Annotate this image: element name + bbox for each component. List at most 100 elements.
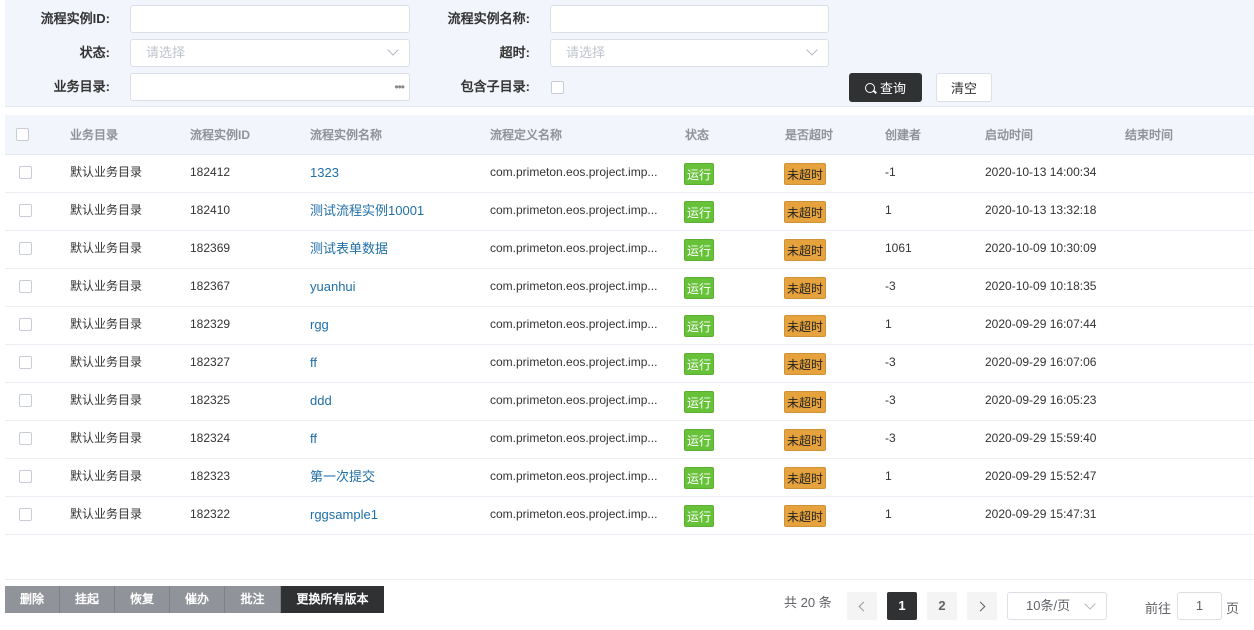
cell-creator: -3 [885,279,896,293]
col-instance-id: 流程实例ID [190,128,251,142]
status-select[interactable]: 请选择 [130,39,410,67]
status-badge: 运行 [684,239,715,261]
timeout-badge: 未超时 [784,467,827,489]
cell-start-time: 2020-09-29 15:59:40 [985,431,1097,445]
annotate-button[interactable]: 批注 [225,586,281,613]
status-badge: 运行 [684,353,715,375]
cell-instance-name[interactable]: 1323 [310,155,339,192]
instance-name-input[interactable] [550,5,829,33]
instance-id-label: 流程实例ID: [40,11,110,26]
query-button-label: 查询 [879,81,906,96]
cell-start-time: 2020-10-13 14:00:34 [985,165,1097,179]
cell-definition-name: com.primeton.eos.project.imp... [490,279,658,293]
chevron-down-icon [387,44,399,56]
resume-button[interactable]: 恢复 [115,586,170,613]
goto-prefix: 前往 [1145,601,1172,616]
cell-start-time: 2020-09-29 15:52:47 [985,469,1097,483]
cell-instance-name[interactable]: ddd [310,383,332,420]
timeout-badge: 未超时 [784,429,827,451]
next-page-button[interactable] [967,592,997,620]
cell-instance-id: 182322 [190,507,231,521]
status-badge: 运行 [684,429,715,451]
cell-instance-name[interactable]: yuanhui [310,269,356,306]
prev-page-button[interactable] [847,592,877,620]
clear-button[interactable]: 清空 [936,73,992,102]
table-row[interactable]: 默认业务目录 182327 ff com.primeton.eos.project.i… [5,345,1254,383]
cell-instance-id: 182412 [190,165,231,179]
status-badge: 运行 [684,201,715,223]
status-badge: 运行 [684,163,715,185]
cell-catalog: 默认业务目录 [70,393,143,407]
goto-page-input[interactable]: 1 [1177,592,1222,620]
page-size-value: 10条/页 [1026,598,1071,613]
table-row[interactable]: 默认业务目录 182322 rggsample1 com.primeton.eos.p… [5,497,1254,535]
cell-instance-name[interactable]: 测试流程实例10001 [310,193,424,230]
cell-catalog: 默认业务目录 [70,241,143,255]
col-start-time: 启动时间 [985,128,1034,142]
row-checkbox[interactable] [19,508,32,521]
delete-button[interactable]: 删除 [5,586,60,613]
status-badge: 运行 [684,467,715,489]
row-checkbox[interactable] [19,470,32,483]
table-row[interactable]: 默认业务目录 182329 rgg com.primeton.eos.project.… [5,307,1254,345]
status-label: 状态: [79,45,110,60]
table-row[interactable]: 默认业务目录 182369 测试表单数据 com.primeton.eos.proje… [5,231,1254,269]
cell-creator: 1061 [885,241,912,255]
row-checkbox[interactable] [19,280,32,293]
cell-catalog: 默认业务目录 [70,469,143,483]
table-row[interactable]: 默认业务目录 182324 ff com.primeton.eos.project.i… [5,421,1254,459]
row-checkbox[interactable] [19,432,32,445]
row-checkbox[interactable] [19,318,32,331]
table-row[interactable]: 默认业务目录 182323 第一次提交 com.primeton.eos.projec… [5,459,1254,497]
cell-instance-name[interactable]: rgg [310,307,329,344]
timeout-label: 超时: [499,45,530,60]
status-badge: 运行 [684,315,715,337]
row-checkbox[interactable] [19,166,32,179]
row-checkbox[interactable] [19,356,32,369]
urge-button[interactable]: 催办 [170,586,225,613]
cell-instance-name[interactable]: ff [310,421,317,458]
cell-instance-name[interactable]: ff [310,345,317,382]
page-2-button[interactable]: 2 [927,592,957,620]
cell-definition-name: com.primeton.eos.project.imp... [490,203,658,217]
page-size-select[interactable]: 10条/页 [1007,592,1107,620]
table-row[interactable]: 默认业务目录 182325 ddd com.primeton.eos.project.… [5,383,1254,421]
cell-instance-name[interactable]: 第一次提交 [310,459,375,496]
chevron-right-icon [975,601,986,612]
instance-name-label: 流程实例名称: [447,11,530,26]
query-button[interactable]: 查询 [849,73,922,102]
cell-creator: -1 [885,165,896,179]
cell-instance-id: 182324 [190,431,231,445]
row-checkbox[interactable] [19,242,32,255]
table-row[interactable]: 默认业务目录 182367 yuanhui com.primeton.eos.proj… [5,269,1254,307]
table-row[interactable]: 默认业务目录 182412 1323 com.primeton.eos.project… [5,155,1254,193]
chevron-down-icon [1084,598,1096,610]
cell-instance-name[interactable]: rggsample1 [310,497,378,534]
cell-start-time: 2020-09-29 15:47:31 [985,507,1097,521]
cell-instance-id: 182323 [190,469,231,483]
bottom-divider [5,579,1254,580]
timeout-select[interactable]: 请选择 [550,39,829,67]
suspend-button[interactable]: 挂起 [60,586,115,613]
replace-all-versions-button[interactable]: 更换所有版本 [281,586,384,613]
cell-catalog: 默认业务目录 [70,317,143,331]
cell-definition-name: com.primeton.eos.project.imp... [490,393,658,407]
include-sub-checkbox[interactable] [551,81,564,94]
catalog-input[interactable]: ••• [130,73,410,101]
row-checkbox[interactable] [19,204,32,217]
search-icon [864,82,875,93]
cell-start-time: 2020-09-29 16:05:23 [985,393,1097,407]
cell-catalog: 默认业务目录 [70,355,143,369]
cell-definition-name: com.primeton.eos.project.imp... [490,507,658,521]
row-checkbox[interactable] [19,394,32,407]
chevron-left-icon [858,601,869,612]
select-all-checkbox[interactable] [16,128,29,141]
page-1-button[interactable]: 1 [887,592,917,620]
cell-instance-id: 182329 [190,317,231,331]
cell-instance-name[interactable]: 测试表单数据 [310,231,388,268]
instance-id-input[interactable] [130,5,410,33]
more-icon[interactable]: ••• [394,74,405,100]
col-definition-name: 流程定义名称 [490,128,563,142]
cell-instance-id: 182369 [190,241,231,255]
table-row[interactable]: 默认业务目录 182410 测试流程实例10001 com.primeton.eos.… [5,193,1254,231]
